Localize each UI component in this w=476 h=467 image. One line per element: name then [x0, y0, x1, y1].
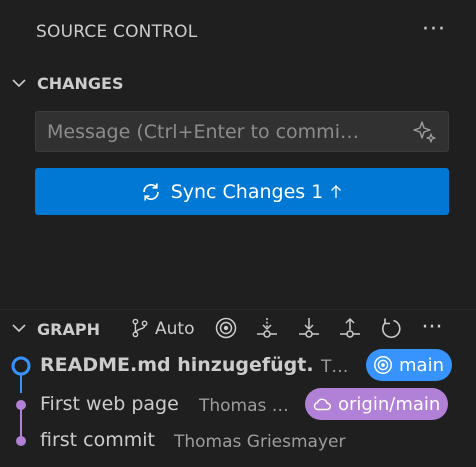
graph-section-header[interactable]: GRAPH Auto ···	[0, 312, 476, 344]
section-divider	[0, 309, 476, 310]
graph-title: GRAPH	[37, 320, 100, 339]
ellipsis-icon[interactable]: ···	[422, 19, 446, 41]
ellipsis-icon[interactable]: ···	[418, 314, 446, 342]
commit-author: T…	[321, 357, 349, 377]
changes-title: CHANGES	[37, 74, 124, 93]
commit-author: Thomas …	[199, 396, 289, 416]
ref-badge[interactable]: main	[366, 349, 452, 381]
chevron-down-icon[interactable]	[10, 76, 28, 92]
branch-icon[interactable]	[126, 314, 154, 342]
sparkle-icon[interactable]	[412, 119, 438, 145]
arrow-up-icon	[331, 184, 342, 198]
auto-label[interactable]: Auto	[155, 319, 194, 339]
cloud-icon	[313, 398, 331, 411]
changes-section-header[interactable]: CHANGES	[0, 68, 476, 100]
sync-changes-label: Sync Changes 1	[170, 180, 324, 203]
graph-commit-row[interactable]: first commit Thomas Griesmayer	[0, 422, 476, 460]
sync-icon	[142, 183, 159, 200]
commit-title: README.md hinzugefügt.	[40, 354, 314, 376]
commit-author: Thomas Griesmayer	[174, 432, 346, 452]
ref-badge-label: main	[399, 354, 444, 376]
commit-message-input[interactable]: Message (Ctrl+Enter to commi…	[35, 111, 449, 152]
view-header: SOURCE CONTROL ···	[0, 0, 476, 66]
graph-commit-row[interactable]: First web page Thomas … origin/main	[0, 386, 476, 424]
target-icon	[374, 356, 392, 374]
sync-changes-button[interactable]: Sync Changes 1	[35, 168, 449, 215]
fetch-icon[interactable]	[253, 314, 281, 342]
pull-icon[interactable]	[295, 314, 323, 342]
chevron-down-icon[interactable]	[10, 321, 28, 337]
ref-badge-label: origin/main	[338, 393, 441, 415]
refresh-icon[interactable]	[377, 314, 405, 342]
target-icon[interactable]	[212, 314, 240, 342]
ref-badge[interactable]: origin/main	[305, 388, 449, 420]
push-icon[interactable]	[336, 314, 364, 342]
view-title: SOURCE CONTROL	[36, 22, 198, 42]
graph-commit-row[interactable]: README.md hinzugefügt. T… main	[0, 347, 476, 385]
commit-title: first commit	[40, 429, 155, 451]
commit-title: First web page	[40, 393, 179, 415]
commit-message-placeholder: Message (Ctrl+Enter to commi…	[47, 121, 359, 143]
